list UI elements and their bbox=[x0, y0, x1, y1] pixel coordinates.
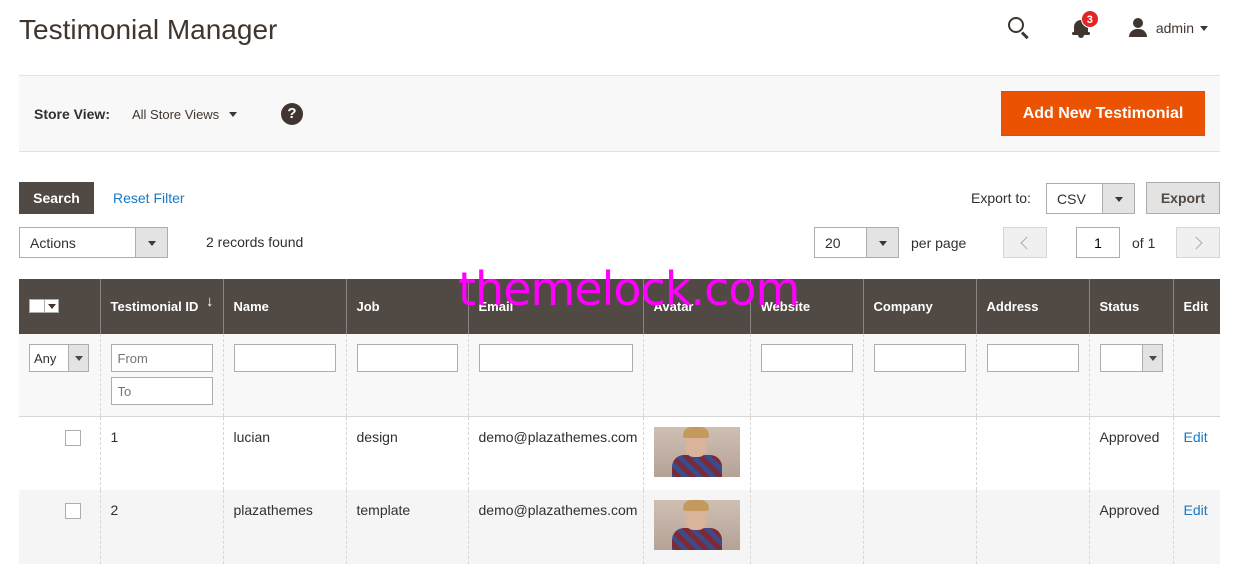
job-filter-input[interactable] bbox=[356, 344, 458, 372]
cell-id: 1 bbox=[100, 416, 224, 490]
column-edit: Edit bbox=[1173, 279, 1220, 334]
header-actions: 3 admin bbox=[1007, 10, 1208, 42]
cell-status: Approved bbox=[1089, 490, 1174, 564]
add-new-testimonial-button[interactable]: Add New Testimonial bbox=[1001, 91, 1205, 136]
cell-avatar bbox=[643, 416, 751, 490]
export-label: Export to: bbox=[971, 190, 1031, 206]
chevron-left-icon bbox=[1020, 236, 1034, 249]
mass-select-checkbox[interactable] bbox=[29, 298, 59, 314]
cell-address bbox=[976, 416, 1090, 490]
user-menu[interactable]: admin bbox=[1128, 18, 1208, 38]
store-view-switcher[interactable]: All Store Views bbox=[132, 107, 238, 122]
chevron-down-icon bbox=[1102, 184, 1134, 213]
user-icon bbox=[1128, 18, 1148, 38]
actions-value: Actions bbox=[30, 235, 76, 251]
row-checkbox[interactable] bbox=[65, 429, 81, 446]
chevron-right-icon bbox=[1189, 236, 1203, 249]
website-filter-input[interactable] bbox=[760, 344, 853, 372]
name-filter-input[interactable] bbox=[233, 344, 336, 372]
help-icon[interactable]: ? bbox=[281, 103, 303, 125]
cell-status: Approved bbox=[1089, 416, 1174, 490]
watermark: themelock.com bbox=[458, 262, 800, 316]
any-value: Any bbox=[34, 351, 57, 366]
column-address[interactable]: Address bbox=[976, 279, 1090, 334]
table-row: 1 lucian design demo@plazathemes.com App… bbox=[19, 416, 1220, 490]
filter-row: Any bbox=[19, 334, 1220, 416]
cell-company bbox=[863, 490, 977, 564]
column-testimonial-id[interactable]: Testimonial ID ↓ bbox=[100, 279, 224, 334]
export-format-value: CSV bbox=[1057, 191, 1086, 207]
total-pages: of 1 bbox=[1132, 235, 1156, 251]
cell-email: demo@plazathemes.com bbox=[468, 490, 644, 564]
export-button[interactable]: Export bbox=[1146, 182, 1220, 214]
avatar bbox=[653, 500, 740, 550]
chevron-down-icon bbox=[68, 345, 88, 371]
column-mass-select[interactable] bbox=[19, 279, 101, 334]
mass-actions-select[interactable]: Actions bbox=[19, 227, 168, 258]
cell-job: template bbox=[346, 490, 469, 564]
id-to-input[interactable] bbox=[110, 377, 213, 405]
mass-select-filter[interactable]: Any bbox=[29, 344, 89, 372]
store-view-label: Store View: bbox=[34, 106, 110, 122]
edit-link[interactable]: Edit bbox=[1184, 429, 1208, 445]
edit-filter-cell bbox=[1173, 334, 1220, 416]
column-status[interactable]: Status bbox=[1089, 279, 1174, 334]
reset-filter-link[interactable]: Reset Filter bbox=[113, 190, 185, 206]
email-filter-input[interactable] bbox=[478, 344, 633, 372]
previous-page-button[interactable] bbox=[1003, 227, 1047, 258]
cell-id: 2 bbox=[100, 490, 224, 564]
store-view-bar: Store View: All Store Views ? Add New Te… bbox=[19, 75, 1220, 152]
export-format-select[interactable]: CSV bbox=[1046, 183, 1135, 214]
edit-link[interactable]: Edit bbox=[1184, 502, 1208, 518]
avatar-filter-cell bbox=[643, 334, 751, 416]
chevron-down-icon bbox=[1141, 345, 1162, 371]
store-view-value: All Store Views bbox=[132, 107, 220, 122]
user-name: admin bbox=[1155, 20, 1194, 36]
cell-avatar bbox=[643, 490, 751, 564]
per-page-select[interactable]: 20 bbox=[814, 227, 899, 258]
search-icon[interactable] bbox=[1007, 17, 1030, 40]
cell-website bbox=[750, 416, 864, 490]
search-button[interactable]: Search bbox=[19, 182, 94, 214]
cell-company bbox=[863, 416, 977, 490]
cell-job: design bbox=[346, 416, 469, 490]
company-filter-input[interactable] bbox=[873, 344, 966, 372]
chevron-down-icon bbox=[48, 303, 56, 309]
avatar bbox=[653, 426, 740, 477]
per-page-value: 20 bbox=[825, 235, 841, 251]
cell-website bbox=[750, 490, 864, 564]
column-company[interactable]: Company bbox=[863, 279, 977, 334]
per-page-label: per page bbox=[911, 235, 967, 251]
column-label: Testimonial ID bbox=[110, 299, 199, 314]
chevron-down-icon bbox=[866, 228, 898, 257]
cell-email: demo@plazathemes.com bbox=[468, 416, 644, 490]
chevron-down-icon bbox=[1200, 25, 1208, 31]
testimonials-grid: Testimonial ID ↓ Name Job Email Avatar We… bbox=[19, 279, 1220, 564]
id-from-input[interactable] bbox=[110, 344, 213, 372]
cell-name: lucian bbox=[223, 416, 347, 490]
address-filter-input[interactable] bbox=[986, 344, 1079, 372]
records-found: 2 records found bbox=[206, 234, 304, 250]
table-row: 2 plazathemes template demo@plazathemes.… bbox=[19, 490, 1220, 564]
column-job[interactable]: Job bbox=[346, 279, 469, 334]
next-page-button[interactable] bbox=[1176, 227, 1220, 258]
status-filter-select[interactable] bbox=[1099, 344, 1163, 372]
notification-badge: 3 bbox=[1080, 10, 1099, 28]
chevron-down-icon bbox=[135, 228, 167, 257]
page-title: Testimonial Manager bbox=[19, 14, 278, 45]
row-checkbox[interactable] bbox=[65, 503, 81, 519]
cell-name: plazathemes bbox=[223, 490, 347, 564]
chevron-down-icon bbox=[229, 112, 238, 117]
cell-address bbox=[976, 490, 1090, 564]
column-name[interactable]: Name bbox=[223, 279, 347, 334]
sort-arrow-icon: ↓ bbox=[206, 293, 214, 310]
current-page-input[interactable] bbox=[1076, 227, 1120, 258]
bell-icon[interactable]: 3 bbox=[1071, 10, 1099, 38]
